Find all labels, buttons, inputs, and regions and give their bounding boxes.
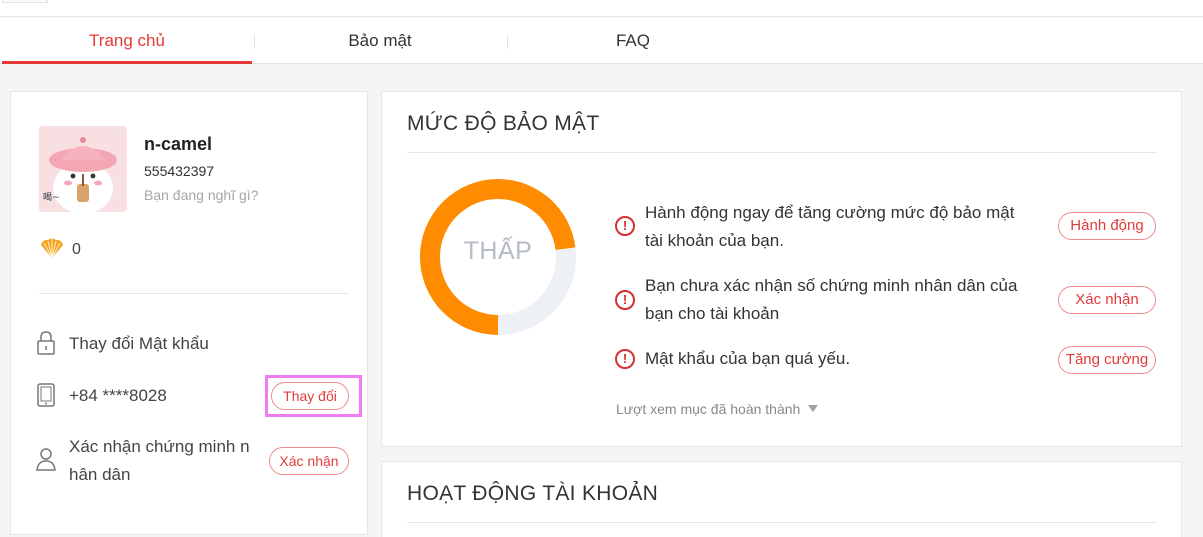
- security-title: MỨC ĐỘ BẢO MẬT: [407, 112, 600, 135]
- strengthen-password-button[interactable]: Tăng cường: [1058, 346, 1156, 374]
- profile-divider: [39, 293, 349, 294]
- security-item-line1: Hành động ngay để tăng cường mức độ bảo …: [645, 203, 1015, 222]
- profile-user-id: 555432397: [144, 163, 215, 179]
- warning-icon: !: [615, 290, 635, 310]
- phone-icon: [37, 383, 55, 407]
- security-item-line1: Bạn chưa xác nhận số chứng minh nhân dân…: [645, 276, 1018, 295]
- user-id-icon: [36, 448, 56, 471]
- coin-count: 0: [72, 241, 81, 258]
- security-item-line2: tài khoản của bạn.: [645, 231, 784, 250]
- account-activity-divider: [407, 522, 1157, 523]
- svg-text:喝~: 喝~: [43, 192, 60, 203]
- warning-icon: !: [615, 216, 635, 236]
- security-level-card: MỨC ĐỘ BẢO MẬT THẤP ! Hành động ngay để …: [381, 91, 1182, 447]
- profile-username: n-camel: [144, 134, 213, 154]
- id-verify-button[interactable]: Xác nhận: [269, 447, 349, 475]
- change-password-link[interactable]: Thay đổi Mật khẩu: [69, 330, 209, 358]
- view-completed-toggle[interactable]: Lượt xem mục đã hoàn thành: [616, 401, 819, 417]
- change-phone-button[interactable]: Thay đổi: [271, 382, 349, 410]
- top-bar-tab-stub: [2, 0, 48, 3]
- avatar[interactable]: 喝~: [39, 126, 127, 212]
- shell-coin-icon: [41, 238, 63, 259]
- top-bar: [0, 0, 1203, 17]
- warning-icon: !: [615, 349, 635, 369]
- tab-security[interactable]: Bảo mật: [255, 18, 505, 64]
- id-verify-label-line2: hân dân: [69, 465, 131, 484]
- view-completed-label: Lượt xem mục đã hoàn thành: [616, 401, 801, 417]
- profile-card: 喝~ n-camel 555432397 Bạn đang nghĩ gì? 0…: [10, 91, 368, 535]
- action-now-button[interactable]: Hành động: [1058, 212, 1156, 240]
- id-verify-label-line1: Xác nhận chứng minh n: [69, 437, 250, 456]
- security-item-line2: bạn cho tài khoản: [645, 304, 780, 323]
- confirm-id-button[interactable]: Xác nhận: [1058, 286, 1156, 314]
- account-activity-card: HOẠT ĐỘNG TÀI KHOẢN: [381, 461, 1182, 537]
- main-tabs: Trang chủ Bảo mật FAQ: [0, 18, 1203, 64]
- security-divider: [407, 152, 1157, 153]
- id-verify-label: Xác nhận chứng minh n hân dân: [69, 433, 259, 489]
- security-item-text: Hành động ngay để tăng cường mức độ bảo …: [645, 199, 1014, 255]
- lock-icon: [37, 331, 55, 355]
- phone-number: +84 ****8028: [69, 386, 167, 405]
- avatar-image: 喝~: [39, 126, 127, 212]
- tab-home[interactable]: Trang chủ: [2, 18, 252, 64]
- security-level-label: THẤP: [463, 237, 533, 265]
- account-activity-title: HOẠT ĐỘNG TÀI KHOẢN: [407, 482, 659, 505]
- security-item-line1: Mật khẩu của bạn quá yếu.: [645, 349, 851, 368]
- security-item-text: Bạn chưa xác nhận số chứng minh nhân dân…: [645, 272, 1017, 328]
- caret-down-icon: [808, 405, 819, 412]
- security-item-text: Mật khẩu của bạn quá yếu.: [645, 345, 850, 373]
- tab-faq[interactable]: FAQ: [508, 18, 758, 64]
- profile-status-input[interactable]: Bạn đang nghĩ gì?: [144, 187, 258, 203]
